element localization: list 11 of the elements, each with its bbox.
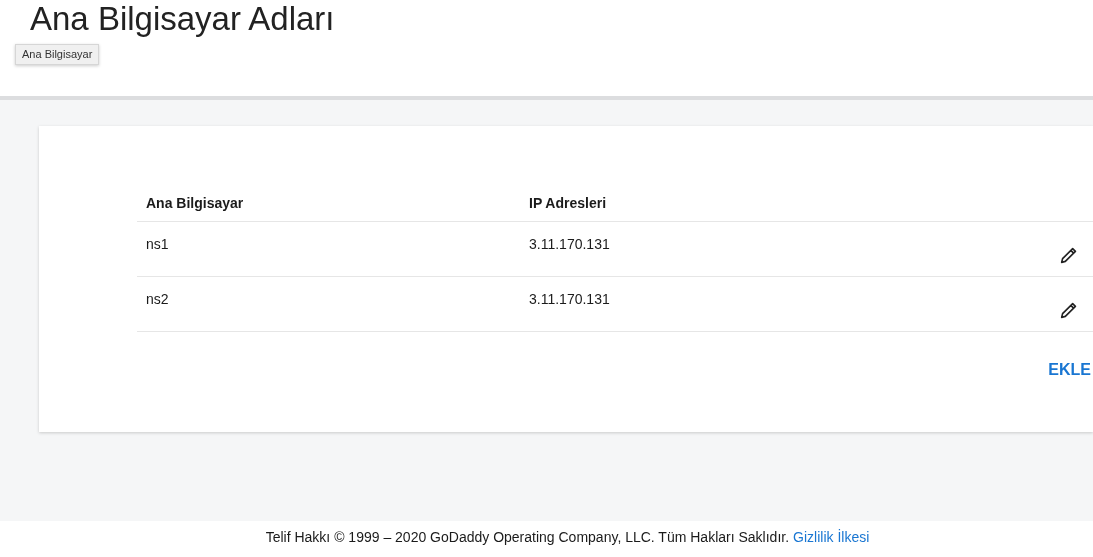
ip-cell: 3.11.170.131 <box>529 236 610 252</box>
column-header: IP Adresleri <box>529 195 607 211</box>
ip-cell: 3.11.170.131 <box>529 291 610 307</box>
page-title: Ana Bilgisayar Adları <box>30 0 335 38</box>
add-button[interactable]: EKLE <box>1048 358 1091 382</box>
host-cell: ns2 <box>146 291 169 307</box>
copyright-text: Telif Hakkı © 1999 – 2020 GoDaddy Operating Company, LLC. Tüm Hakları Saklıdır. <box>265 527 790 547</box>
column-header: Ana Bilgisayar <box>146 195 244 211</box>
host-cell: ns1 <box>146 236 169 252</box>
tooltip: Ana Bilgisayar <box>15 44 100 65</box>
privacy-link[interactable]: Gizlilik İlkesi <box>793 526 870 548</box>
